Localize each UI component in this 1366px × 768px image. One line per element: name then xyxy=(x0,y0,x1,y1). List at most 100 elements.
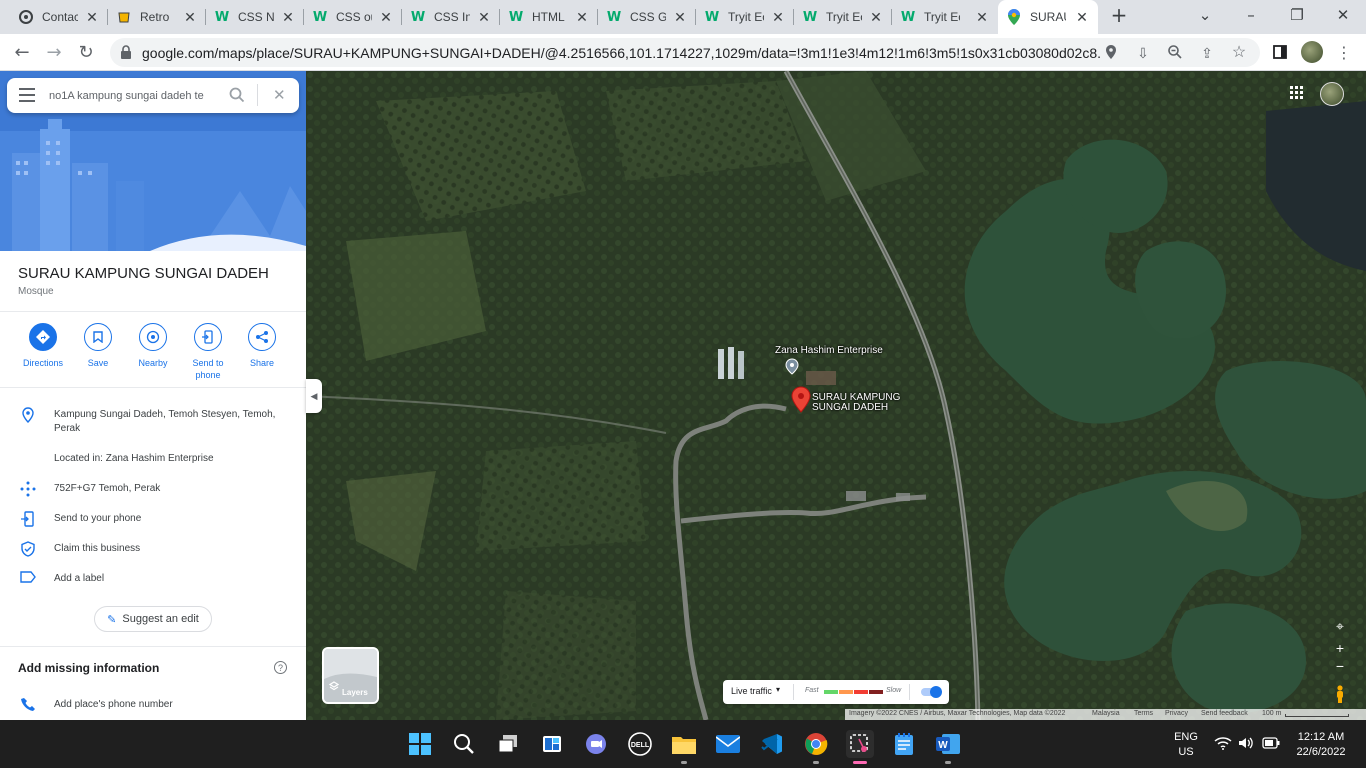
snipping-tool-icon[interactable] xyxy=(846,730,874,764)
url-text[interactable]: google.com/maps/place/SURAU+KAMPUNG+SUNG… xyxy=(142,45,1102,61)
send-to-phone-button[interactable]: Send to phone xyxy=(183,323,233,381)
search-icon[interactable] xyxy=(229,87,245,108)
terms-link[interactable]: Terms xyxy=(1134,710,1153,717)
hamburger-menu-icon[interactable] xyxy=(19,88,35,102)
widgets-icon[interactable] xyxy=(538,730,566,758)
close-icon[interactable]: ✕ xyxy=(1074,9,1090,25)
browser-tab[interactable]: W Tryit Ec ✕ xyxy=(794,0,892,34)
traffic-toggle[interactable] xyxy=(921,686,942,698)
send-feedback-link[interactable]: Send feedback xyxy=(1201,710,1248,717)
place-category[interactable]: Mosque xyxy=(18,286,54,297)
map-label-enterprise[interactable]: Zana Hashim Enterprise xyxy=(775,345,883,356)
zoom-icon[interactable] xyxy=(1166,44,1184,62)
share-button[interactable]: Share xyxy=(237,323,287,369)
close-icon[interactable]: ✕ xyxy=(574,9,590,25)
send-to-phone-row[interactable]: Send to your phone xyxy=(0,511,306,533)
share-icon[interactable]: ⇪ xyxy=(1198,44,1216,62)
privacy-link[interactable]: Privacy xyxy=(1165,710,1188,717)
close-icon[interactable]: ✕ xyxy=(84,9,100,25)
chrome-menu-icon[interactable]: ⋮ xyxy=(1330,38,1358,66)
tab-search-chevron-icon[interactable]: ⌄ xyxy=(1182,0,1228,32)
window-close-button[interactable]: ✕ xyxy=(1320,0,1366,32)
mail-icon[interactable] xyxy=(714,730,742,758)
collapse-panel-button[interactable]: ◀ xyxy=(306,379,322,413)
new-tab-button[interactable]: + xyxy=(1100,0,1138,32)
location-pin-icon xyxy=(20,407,36,424)
lock-icon[interactable] xyxy=(118,44,134,60)
search-icon[interactable] xyxy=(450,730,478,758)
layers-button[interactable]: Layers xyxy=(322,647,379,704)
map-label-place-line2[interactable]: SUNGAI DADEH xyxy=(812,402,888,413)
wifi-icon[interactable] xyxy=(1214,736,1232,753)
google-apps-icon[interactable] xyxy=(1290,86,1306,102)
located-in-row[interactable]: Located in: Zana Hashim Enterprise xyxy=(0,451,306,473)
vscode-icon[interactable] xyxy=(758,730,786,758)
browser-tab[interactable]: W Tryit Ec ✕ xyxy=(696,0,794,34)
restore-button[interactable]: ❐ xyxy=(1274,0,1320,32)
browser-tab[interactable]: Retro ✕ xyxy=(108,0,206,34)
live-traffic-label[interactable]: Live traffic xyxy=(731,686,772,696)
browser-tab[interactable]: W CSS G ✕ xyxy=(598,0,696,34)
account-avatar[interactable] xyxy=(1320,82,1344,106)
close-icon[interactable]: ✕ xyxy=(476,9,492,25)
bookmark-star-icon[interactable]: ☆ xyxy=(1230,44,1248,62)
clear-search-icon[interactable]: ✕ xyxy=(273,86,286,104)
notepad-icon[interactable] xyxy=(890,730,918,758)
close-icon[interactable]: ✕ xyxy=(378,9,394,25)
zoom-in-button[interactable]: + xyxy=(1330,639,1350,657)
browser-tab[interactable]: W CSS N ✕ xyxy=(206,0,304,34)
close-icon[interactable]: ✕ xyxy=(182,9,198,25)
file-explorer-icon[interactable] xyxy=(670,730,698,764)
close-icon[interactable]: ✕ xyxy=(770,9,786,25)
browser-tab[interactable]: Contac ✕ xyxy=(10,0,108,34)
teams-chat-icon[interactable] xyxy=(582,730,610,758)
scale-label[interactable]: 100 m xyxy=(1262,710,1281,717)
forward-button[interactable]: → xyxy=(40,38,68,66)
nearby-button[interactable]: Nearby xyxy=(128,323,178,369)
directions-button[interactable]: Directions xyxy=(18,323,68,369)
language-indicator[interactable]: ENG US xyxy=(1166,730,1206,760)
close-icon[interactable]: ✕ xyxy=(974,9,990,25)
add-label-row[interactable]: Add a label xyxy=(0,571,306,593)
satellite-map[interactable]: Zana Hashim Enterprise SURAU KAMPUNG SUN… xyxy=(306,71,1366,720)
browser-tab[interactable]: W Tryit Ec ✕ xyxy=(892,0,998,34)
install-app-icon[interactable]: ⇩ xyxy=(1134,44,1152,62)
minimize-button[interactable]: – xyxy=(1228,0,1274,32)
country-link[interactable]: Malaysia xyxy=(1092,710,1120,717)
save-button[interactable]: Save xyxy=(73,323,123,369)
clock[interactable]: 12:12 AM 22/6/2022 xyxy=(1290,730,1352,760)
reload-button[interactable]: ↻ xyxy=(72,38,100,66)
profile-avatar[interactable] xyxy=(1298,38,1326,66)
browser-tab-active[interactable]: SURAU ✕ xyxy=(998,0,1098,34)
dell-icon[interactable]: DELL xyxy=(626,730,654,758)
chevron-down-icon[interactable]: ▾ xyxy=(776,685,780,694)
claim-business-row[interactable]: Claim this business xyxy=(0,541,306,563)
browser-tab[interactable]: W CSS In ✕ xyxy=(402,0,500,34)
back-button[interactable]: ← xyxy=(8,38,36,66)
suggest-edit-button[interactable]: ✎ Suggest an edit xyxy=(94,606,212,632)
plus-code-text: 752F+G7 Temoh, Perak xyxy=(54,483,161,494)
close-icon[interactable]: ✕ xyxy=(672,9,688,25)
my-location-icon[interactable]: ⌖ xyxy=(1330,616,1350,636)
location-icon[interactable] xyxy=(1102,44,1120,62)
zoom-out-button[interactable]: − xyxy=(1330,657,1350,675)
address-bar[interactable]: google.com/maps/place/SURAU+KAMPUNG+SUNG… xyxy=(110,38,1260,67)
task-view-icon[interactable] xyxy=(494,730,522,758)
add-phone-row[interactable]: Add place's phone number xyxy=(0,697,306,719)
send-to-phone-icon xyxy=(194,323,222,351)
plus-code-row[interactable]: 752F+G7 Temoh, Perak xyxy=(0,481,306,503)
volume-icon[interactable] xyxy=(1238,736,1254,753)
battery-icon[interactable] xyxy=(1262,737,1280,752)
address-row[interactable]: Kampung Sungai Dadeh, Temoh Stesyen, Tem… xyxy=(0,407,306,437)
chrome-icon[interactable] xyxy=(802,730,830,764)
close-icon[interactable]: ✕ xyxy=(280,9,296,25)
side-panel-icon[interactable] xyxy=(1266,38,1294,66)
word-icon[interactable]: W xyxy=(934,730,962,764)
windows-start-icon[interactable] xyxy=(406,730,434,758)
browser-tab[interactable]: W HTML ✕ xyxy=(500,0,598,34)
close-icon[interactable]: ✕ xyxy=(868,9,884,25)
search-input[interactable] xyxy=(47,86,217,106)
help-icon[interactable]: ? xyxy=(274,661,287,674)
pegman-icon[interactable] xyxy=(1334,685,1346,703)
browser-tab[interactable]: W CSS ou ✕ xyxy=(304,0,402,34)
